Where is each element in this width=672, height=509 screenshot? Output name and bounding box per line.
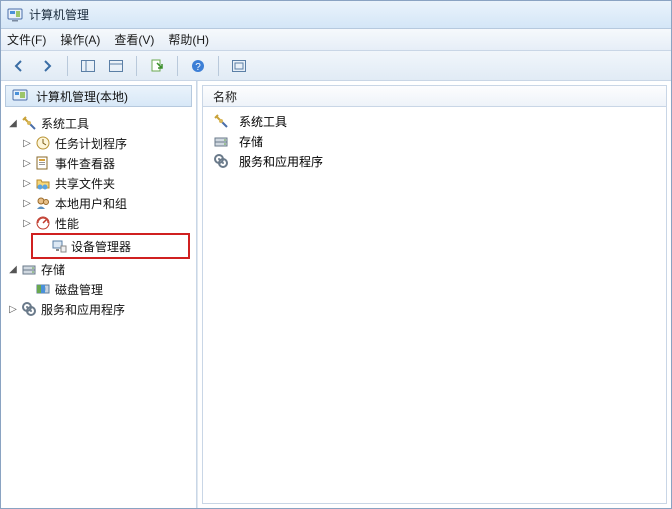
services-icon [213,153,229,169]
menu-help[interactable]: 帮助(H) [168,31,209,48]
tree-label: 磁盘管理 [55,281,103,298]
tree-root-label: 计算机管理(本地) [36,88,128,105]
toolbar-separator [177,56,178,76]
list-item-services-apps[interactable]: 服务和应用程序 [211,151,658,171]
tree-item-system-tools[interactable]: ◢ 系统工具 [1,113,196,133]
body: 计算机管理(本地) ◢ 系统工具 ▷ [1,81,671,508]
tree-twisty-expanded-icon[interactable]: ◢ [7,264,19,275]
storage-icon [213,133,229,149]
users-icon [35,195,51,211]
show-hide-tree-button[interactable] [76,54,100,78]
tree-label: 任务计划程序 [55,135,127,152]
tree-item-performance[interactable]: ▷ 性能 [1,213,196,233]
tree-twisty-collapsed-icon[interactable]: ▷ [7,304,19,315]
tools-icon [21,115,37,131]
tools-icon [213,113,229,129]
shared-folder-icon [35,175,51,191]
tree-label: 设备管理器 [71,238,131,255]
tree[interactable]: ◢ 系统工具 ▷ 任务计划程序 [1,111,196,508]
help-button[interactable]: ? [186,54,210,78]
toolbar: ? [1,51,671,81]
tree-label: 系统工具 [41,115,89,132]
list-pane: 名称 系统工具 存 [197,81,671,508]
tree-item-disk-management[interactable]: 磁盘管理 [1,279,196,299]
menubar: 文件(F) 操作(A) 查看(V) 帮助(H) [1,29,671,51]
column-header-name[interactable]: 名称 [202,85,667,107]
list-item-label: 系统工具 [239,113,287,130]
tree-item-shared-folders[interactable]: ▷ 共享文件夹 [1,173,196,193]
tree-label: 共享文件夹 [55,175,115,192]
disk-icon [35,281,51,297]
forward-button[interactable] [35,54,59,78]
clock-icon [35,135,51,151]
titlebar: 计算机管理 [1,1,671,29]
list-item-label: 服务和应用程序 [239,153,323,170]
list-item-label: 存储 [239,133,263,150]
toolbar-separator [218,56,219,76]
export-button[interactable] [145,54,169,78]
menu-action[interactable]: 操作(A) [60,31,100,48]
device-manager-icon [51,238,67,254]
tree-twisty-collapsed-icon[interactable]: ▷ [21,158,33,169]
toolbar-separator [67,56,68,76]
properties-button[interactable] [104,54,128,78]
menu-view[interactable]: 查看(V) [114,31,154,48]
list-item-system-tools[interactable]: 系统工具 [211,111,658,131]
tree-twisty-collapsed-icon[interactable]: ▷ [21,178,33,189]
tree-item-local-users[interactable]: ▷ 本地用户和组 [1,193,196,213]
app-icon [7,7,23,23]
tree-label: 事件查看器 [55,155,115,172]
tree-item-event-viewer[interactable]: ▷ 事件查看器 [1,153,196,173]
menu-file[interactable]: 文件(F) [7,31,46,48]
list-item-storage[interactable]: 存储 [211,131,658,151]
tree-label: 存储 [41,261,65,278]
tree-label: 性能 [55,215,79,232]
list-body[interactable]: 系统工具 存储 服务和应用程序 [202,107,667,504]
tree-item-services-apps[interactable]: ▷ 服务和应用程序 [1,299,196,319]
tree-item-device-manager[interactable]: 设备管理器 [33,236,188,256]
tree-item-task-scheduler[interactable]: ▷ 任务计划程序 [1,133,196,153]
computer-management-icon [12,88,28,104]
tree-item-storage[interactable]: ◢ 存储 [1,259,196,279]
tree-root-header[interactable]: 计算机管理(本地) [5,85,192,107]
toolbar-separator [136,56,137,76]
tree-twisty-collapsed-icon[interactable]: ▷ [21,198,33,209]
tree-twisty-expanded-icon[interactable]: ◢ [7,118,19,129]
back-button[interactable] [7,54,31,78]
refresh-button[interactable] [227,54,251,78]
window-root: 计算机管理 文件(F) 操作(A) 查看(V) 帮助(H) [0,0,672,509]
tree-pane: 计算机管理(本地) ◢ 系统工具 ▷ [1,81,197,508]
event-log-icon [35,155,51,171]
tree-twisty-collapsed-icon[interactable]: ▷ [21,218,33,229]
tree-label: 服务和应用程序 [41,301,125,318]
storage-icon [21,261,37,277]
column-header-label: 名称 [213,88,237,105]
performance-icon [35,215,51,231]
window-title: 计算机管理 [29,6,89,23]
services-icon [21,301,37,317]
tree-twisty-collapsed-icon[interactable]: ▷ [21,138,33,149]
tree-label: 本地用户和组 [55,195,127,212]
svg-text:?: ? [195,62,201,73]
highlight-device-manager: 设备管理器 [31,233,190,259]
